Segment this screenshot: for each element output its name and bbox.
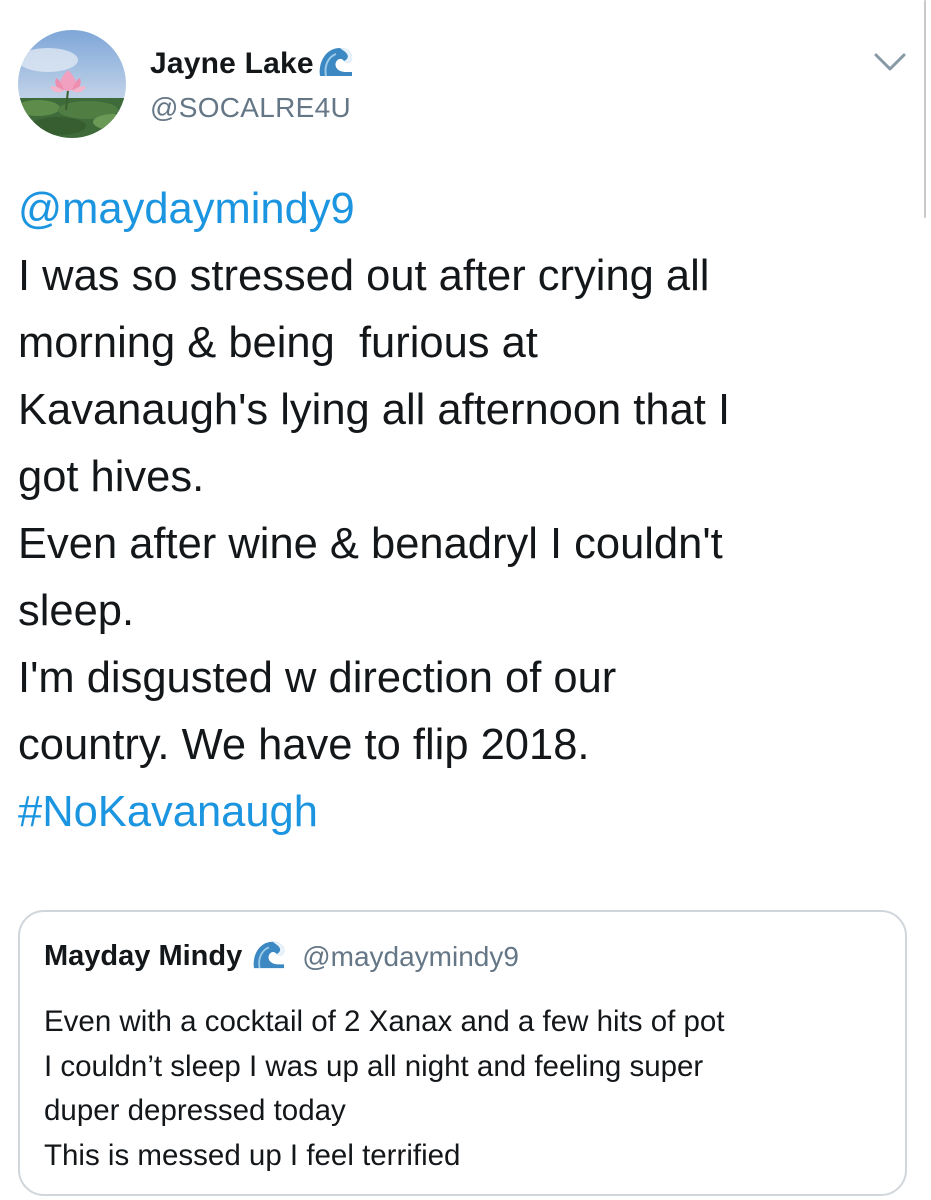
tweet-line: Kavanaugh's lying all afternoon that I <box>18 386 731 434</box>
author-handle[interactable]: @SOCALRE4U <box>150 92 351 124</box>
tweet-line: country. We have to flip 2018. <box>18 721 590 769</box>
tweet-line: morning & being furious at <box>18 319 538 367</box>
tweet-line: sleep. <box>18 587 135 635</box>
quoted-line: duper depressed today <box>44 1094 346 1127</box>
tweet-text: @maydaymindy9 I was so stressed out afte… <box>18 176 918 846</box>
quoted-tweet-text: Even with a cocktail of 2 Xanax and a fe… <box>44 1000 725 1178</box>
wave-emoji-icon <box>250 938 288 975</box>
mention-link[interactable]: @maydaymindy9 <box>18 176 918 243</box>
lotus-avatar-icon <box>18 30 126 138</box>
quoted-tweet-card[interactable]: Mayday Mindy @maydaymindy9 Even with a c… <box>18 910 907 1196</box>
tweet-line: Even after wine & benadryl I couldn't <box>18 520 723 568</box>
author-display-name[interactable]: Jayne Lake <box>150 47 314 81</box>
tweet-line: I'm disgusted w direction of our <box>18 654 617 702</box>
tweet-line: I was so stressed out after crying all <box>18 252 710 300</box>
tweet-line: got hives. <box>18 453 205 501</box>
quoted-line: Even with a cocktail of 2 Xanax and a fe… <box>44 1005 725 1038</box>
quoted-line: This is messed up I feel terrified <box>44 1138 461 1172</box>
quoted-handle[interactable]: @maydaymindy9 <box>302 941 519 973</box>
hashtag-link[interactable]: #NoKavanaugh <box>18 779 918 846</box>
chevron-down-icon <box>874 53 906 71</box>
author-avatar[interactable] <box>18 30 126 138</box>
quoted-tweet-header: Mayday Mindy @maydaymindy9 <box>44 938 519 975</box>
quoted-display-name[interactable]: Mayday Mindy <box>44 940 242 973</box>
tweet-menu-button[interactable] <box>868 48 912 78</box>
scroll-indicator <box>924 0 926 218</box>
author-name-row[interactable]: Jayne Lake <box>150 44 356 83</box>
quoted-line: I couldn’t sleep I was up all night and … <box>44 1049 704 1083</box>
wave-emoji-icon <box>316 44 356 83</box>
